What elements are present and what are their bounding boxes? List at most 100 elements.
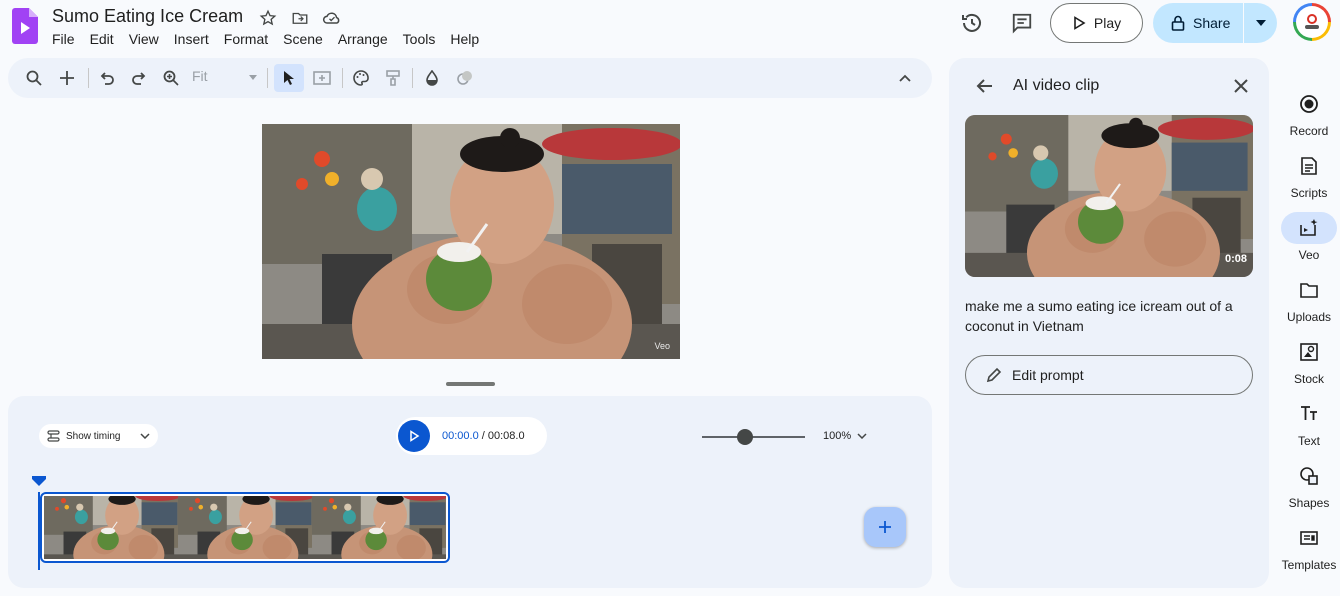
rail-text[interactable]: Text (1279, 398, 1339, 448)
timeline-play-button[interactable] (398, 420, 430, 452)
paint-format-icon[interactable] (381, 66, 405, 90)
zoom-level-value: 100% (823, 430, 852, 442)
timeline-panel: Show timing 00:00.0 / 00:08.0 100% (8, 396, 932, 588)
zoom-slider-knob[interactable] (737, 429, 754, 445)
editing-toolbar: Fit (8, 58, 932, 98)
rail-label: Veo (1298, 248, 1320, 262)
share-button-label: Share (1193, 15, 1231, 31)
zoom-fit-select[interactable]: Fit (192, 68, 208, 84)
menu-insert[interactable]: Insert (166, 30, 216, 48)
add-icon[interactable] (55, 66, 79, 90)
veo-icon (1281, 212, 1337, 244)
rail-label: Uploads (1286, 310, 1332, 324)
zoom-level-select[interactable]: 100% (823, 430, 867, 442)
zoom-icon[interactable] (159, 66, 183, 90)
undo-icon[interactable] (95, 66, 119, 90)
move-folder-icon[interactable] (290, 8, 310, 28)
palette-icon[interactable] (349, 66, 373, 90)
comments-icon[interactable] (1010, 11, 1034, 35)
menu-arrange[interactable]: Arrange (330, 30, 395, 48)
show-timing-control: Show timing (39, 424, 158, 448)
app-logo[interactable] (12, 8, 38, 44)
select-tool[interactable] (274, 64, 304, 92)
caret-down-icon[interactable] (248, 70, 258, 84)
resize-handle[interactable] (446, 382, 495, 386)
rail-scripts[interactable]: Scripts (1279, 150, 1339, 200)
show-timing-dropdown[interactable] (132, 433, 158, 439)
search-icon[interactable] (22, 66, 46, 90)
sumo-video-frame (262, 124, 680, 359)
rail-shapes[interactable]: Shapes (1279, 460, 1339, 510)
play-button-label: Play (1093, 15, 1122, 31)
rail-templates[interactable]: Templates (1279, 522, 1339, 572)
menu-edit[interactable]: Edit (82, 30, 121, 48)
veo-watermark: Veo (654, 341, 670, 351)
menu-tools[interactable]: Tools (395, 30, 443, 48)
edit-prompt-button[interactable]: Edit prompt (965, 355, 1253, 395)
play-icon (410, 430, 420, 442)
playhead-marker[interactable] (32, 476, 46, 486)
rail-label: Shapes (1288, 496, 1330, 510)
share-options-dropdown[interactable] (1244, 3, 1277, 43)
add-text-box-icon[interactable] (310, 66, 334, 90)
document-title[interactable]: Sumo Eating Ice Cream (52, 6, 243, 27)
clip-thumbnail (178, 496, 312, 559)
share-button-group: Share (1153, 3, 1277, 43)
cloud-status-icon[interactable] (322, 8, 342, 28)
shapes-icon (1281, 460, 1337, 492)
collapse-toolbar-icon[interactable] (893, 66, 917, 90)
scripts-icon (1281, 150, 1337, 182)
close-icon[interactable] (1231, 76, 1251, 96)
menu-bar: File Edit View Insert Format Scene Arran… (52, 30, 487, 48)
add-scene-button[interactable] (864, 507, 906, 547)
rail-record[interactable]: Record (1279, 88, 1339, 138)
ai-video-clip-panel: AI video clip 0:08 make me a sumo eating… (949, 58, 1269, 588)
redo-icon[interactable] (127, 66, 151, 90)
clip-duration-badge: 0:08 (1224, 253, 1247, 265)
play-icon (1074, 16, 1086, 30)
chevron-down-icon (140, 433, 150, 439)
text-icon (1281, 398, 1337, 430)
version-history-icon[interactable] (960, 11, 984, 35)
menu-help[interactable]: Help (443, 30, 487, 48)
clip-thumbnail (44, 496, 178, 559)
clip-preview[interactable]: 0:08 (965, 115, 1253, 277)
plus-icon (879, 521, 891, 533)
zoom-slider-track[interactable] (702, 436, 805, 438)
panel-title: AI video clip (1013, 77, 1100, 94)
record-icon (1281, 88, 1337, 120)
playback-control: 00:00.0 / 00:08.0 (396, 417, 547, 455)
total-time: 00:08.0 (487, 430, 525, 442)
templates-icon (1281, 522, 1337, 554)
fill-color-icon[interactable] (420, 66, 444, 90)
menu-file[interactable]: File (52, 30, 82, 48)
menu-scene[interactable]: Scene (276, 30, 331, 48)
effects-icon[interactable] (453, 66, 477, 90)
prompt-text: make me a sumo eating ice icream out of … (965, 298, 1233, 334)
stock-icon (1281, 336, 1337, 368)
menu-format[interactable]: Format (216, 30, 275, 48)
back-arrow-icon[interactable] (975, 76, 995, 96)
show-timing-button[interactable]: Show timing (39, 430, 132, 442)
share-button[interactable]: Share (1153, 3, 1243, 43)
show-timing-label: Show timing (66, 430, 121, 442)
menu-view[interactable]: View (121, 30, 166, 48)
rail-veo[interactable]: Veo (1279, 212, 1339, 262)
account-avatar[interactable] (1293, 3, 1331, 41)
star-icon[interactable] (258, 8, 278, 28)
clip-thumbnail (312, 496, 446, 559)
video-clip[interactable] (40, 492, 450, 563)
chevron-down-icon (857, 433, 867, 439)
play-button[interactable]: Play (1050, 3, 1143, 43)
rail-label: Text (1297, 434, 1320, 448)
cursor-icon (284, 71, 294, 85)
timing-icon (47, 430, 60, 442)
rail-uploads[interactable]: Uploads (1279, 274, 1339, 324)
current-time: 00:00.0 (442, 430, 479, 442)
rail-label: Templates (1281, 558, 1337, 572)
rail-stock[interactable]: Stock (1279, 336, 1339, 386)
rail-label: Record (1289, 124, 1329, 138)
scene-canvas[interactable]: Veo (262, 124, 680, 359)
rail-label: Stock (1293, 372, 1324, 386)
rail-label: Scripts (1290, 186, 1328, 200)
